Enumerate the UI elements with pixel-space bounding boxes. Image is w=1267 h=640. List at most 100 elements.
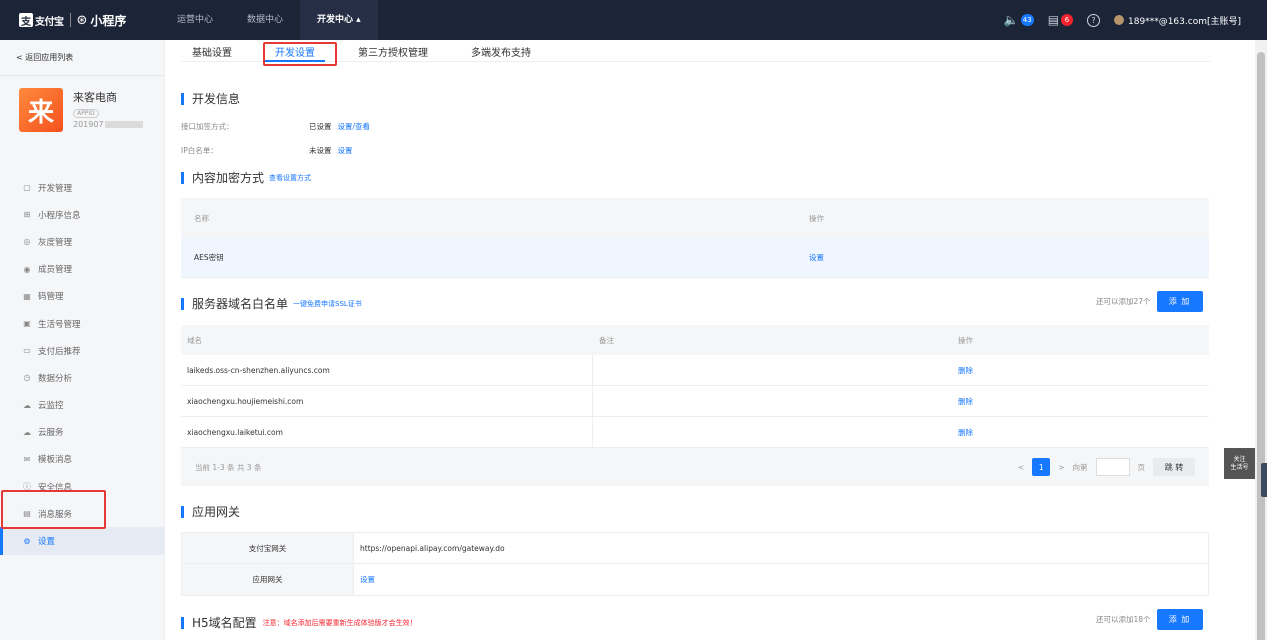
notice-button[interactable]: 🔈 43	[1004, 13, 1034, 27]
sidebar-item-cloud-monitor[interactable]: ☁ 云监控	[0, 392, 164, 419]
brand[interactable]: 支 支付宝 ⊛ 小程序	[0, 12, 160, 29]
ssl-cert-link[interactable]: 一键免费申请SSL证书	[293, 299, 362, 309]
delete-domain-link[interactable]: 删除	[958, 427, 973, 438]
gateway-title: 应用网关	[181, 503, 240, 520]
nav-data[interactable]: 数据中心	[230, 0, 300, 40]
pagination-summary: 当前 1-3 条 共 3 条	[195, 462, 262, 472]
sidebar-item-after-pay[interactable]: ▭ 支付后推荐	[0, 337, 164, 364]
tab-multi-platform[interactable]: 多端发布支持	[461, 40, 541, 62]
app-id-text: 201907	[73, 120, 104, 129]
highlight-box-dev-settings-tab	[263, 42, 337, 66]
note-cell	[593, 417, 957, 447]
follow-line-1: 关注	[1233, 455, 1246, 463]
section-title-text: 应用网关	[192, 505, 241, 519]
gear-icon: ⚙	[23, 536, 31, 546]
view-setup-link[interactable]: 查看设置方式	[269, 173, 311, 183]
note-cell	[593, 386, 957, 416]
sidebar-item-code[interactable]: ▦ 码管理	[0, 283, 164, 310]
life-account-icon: ▣	[23, 319, 31, 329]
goto-page-input[interactable]	[1095, 458, 1130, 476]
back-to-app-list-link[interactable]: < 返回应用列表	[0, 40, 164, 76]
app-name: 来客电商	[73, 91, 117, 104]
alipay-gateway-label: 支付宝网关	[182, 533, 354, 563]
add-h5-domain-button[interactable]: 添 加	[1156, 609, 1203, 630]
scrollbar-thumb[interactable]	[1257, 52, 1265, 640]
add-domain-button[interactable]: 添 加	[1156, 291, 1203, 312]
sign-method-link[interactable]: 设置/查看	[338, 121, 371, 132]
todo-button[interactable]: ▤ 6	[1047, 13, 1074, 27]
prev-page-button[interactable]: <	[1018, 463, 1024, 472]
delete-domain-link[interactable]: 删除	[958, 365, 973, 376]
col-domain: 域名	[187, 335, 202, 345]
next-page-button[interactable]: >	[1058, 463, 1064, 472]
ip-whitelist-row: IP白名单： 未设置 设置	[181, 145, 353, 156]
clock-icon: ◷	[23, 373, 31, 383]
feedback-strip[interactable]	[1261, 463, 1267, 497]
vertical-scrollbar[interactable]	[1255, 40, 1267, 640]
domain-whitelist-title: 服务器域名白名单 一键免费申请SSL证书	[181, 295, 362, 312]
alipay-brand-text: 支付宝	[35, 16, 64, 28]
h5-warning-text: 注意：域名添加后需要重新生成体验版才会生效！	[262, 618, 417, 627]
top-right-tools: 🔈 43 ▤ 6 ? 189***@163.com[主账号]	[1004, 0, 1241, 40]
sidebar-item-label: 灰度管理	[38, 237, 73, 248]
section-title-text: 开发信息	[192, 92, 241, 106]
h5-remaining-text: 还可以添加18个	[1096, 615, 1151, 624]
app-gateway-label: 应用网关	[182, 564, 354, 595]
nav-operations[interactable]: 运营中心	[160, 0, 230, 40]
user-icon: ◉	[23, 264, 31, 274]
aes-key-set-link[interactable]: 设置	[809, 252, 824, 263]
sidebar-item-settings[interactable]: ⚙ 设置	[0, 527, 164, 555]
table-row: xiaochengxu.laiketui.com 删除	[181, 417, 1209, 448]
account-menu[interactable]: 189***@163.com[主账号]	[1114, 14, 1241, 27]
top-bar: 支 支付宝 ⊛ 小程序 运营中心 数据中心 开发中心 ▴ 🔈 43 ▤ 6 ? …	[0, 0, 1267, 40]
help-icon[interactable]: ?	[1087, 13, 1101, 27]
delete-domain-link[interactable]: 删除	[958, 396, 973, 407]
avatar	[1114, 15, 1125, 25]
sidebar-item-label: 成员管理	[38, 265, 73, 276]
col-action: 操作	[809, 213, 824, 223]
sidebar-item-gray-release[interactable]: ◎ 灰度管理	[0, 228, 164, 255]
appid-tag: APPID	[73, 109, 99, 118]
sidebar-item-analytics[interactable]: ◷ 数据分析	[0, 364, 164, 391]
cloud-icon: ☁	[23, 427, 31, 437]
jump-button[interactable]: 跳 转	[1153, 458, 1195, 476]
grid-icon: ⊞	[23, 210, 31, 220]
monitor-icon: ▭	[23, 346, 31, 356]
follow-life-account-button[interactable]: 关注 生活号	[1224, 448, 1255, 479]
domain-add-area: 还可以添加27个 添 加	[1096, 291, 1203, 312]
mail-icon: ✉	[23, 454, 31, 464]
domain-cell: laikeds.oss-cn-shenzhen.aliyuncs.com	[181, 355, 593, 385]
sidebar-item-dev-management[interactable]: ▢ 开发管理	[0, 174, 164, 201]
tab-third-party[interactable]: 第三方授权管理	[348, 40, 438, 62]
page-1-button[interactable]: 1	[1032, 458, 1051, 476]
sidebar-item-label: 云服务	[38, 428, 64, 439]
sign-method-value: 已设置	[309, 122, 332, 131]
dev-management-icon: ▢	[23, 183, 31, 193]
sidebar-item-cloud-service[interactable]: ☁ 云服务	[0, 419, 164, 446]
document-icon: ▤	[1047, 13, 1060, 27]
table-row: 应用网关 设置	[181, 564, 1209, 596]
sidebar-item-life-account[interactable]: ▣ 生活号管理	[0, 310, 164, 337]
pagination: 当前 1-3 条 共 3 条 < 1 > 向第 页 跳 转	[181, 448, 1209, 486]
tab-basic-settings[interactable]: 基础设置	[182, 40, 242, 62]
ip-whitelist-link[interactable]: 设置	[338, 145, 353, 156]
sidebar-item-label: 开发管理	[38, 183, 73, 194]
sidebar-item-miniapp-info[interactable]: ⊞ 小程序信息	[0, 201, 164, 228]
section-title-text: 内容加密方式	[192, 171, 265, 185]
mini-program-text: 小程序	[90, 13, 127, 28]
sidebar-item-members[interactable]: ◉ 成员管理	[0, 256, 164, 283]
nav-dev-center[interactable]: 开发中心 ▴	[300, 0, 378, 40]
sidebar-item-label: 生活号管理	[38, 319, 81, 330]
domain-cell: xiaochengxu.houjiemeishi.com	[181, 386, 593, 416]
encrypt-title: 内容加密方式 查看设置方式	[181, 169, 311, 186]
brand-divider	[69, 13, 71, 27]
sidebar-item-template-message[interactable]: ✉ 模板消息	[0, 446, 164, 473]
sidebar-item-label: 数据分析	[38, 373, 73, 384]
domain-cell: xiaochengxu.laiketui.com	[181, 417, 593, 447]
app-gateway-set-link[interactable]: 设置	[360, 574, 375, 585]
highlight-box-settings	[1, 490, 106, 529]
h5-domain-title: H5域名配置 注意：域名添加后需要重新生成体验版才会生效！	[181, 614, 417, 631]
todo-count-badge: 6	[1061, 14, 1074, 26]
goto-label: 向第	[1072, 462, 1088, 472]
app-card: 来 来客电商 APPID 201907	[0, 76, 164, 174]
